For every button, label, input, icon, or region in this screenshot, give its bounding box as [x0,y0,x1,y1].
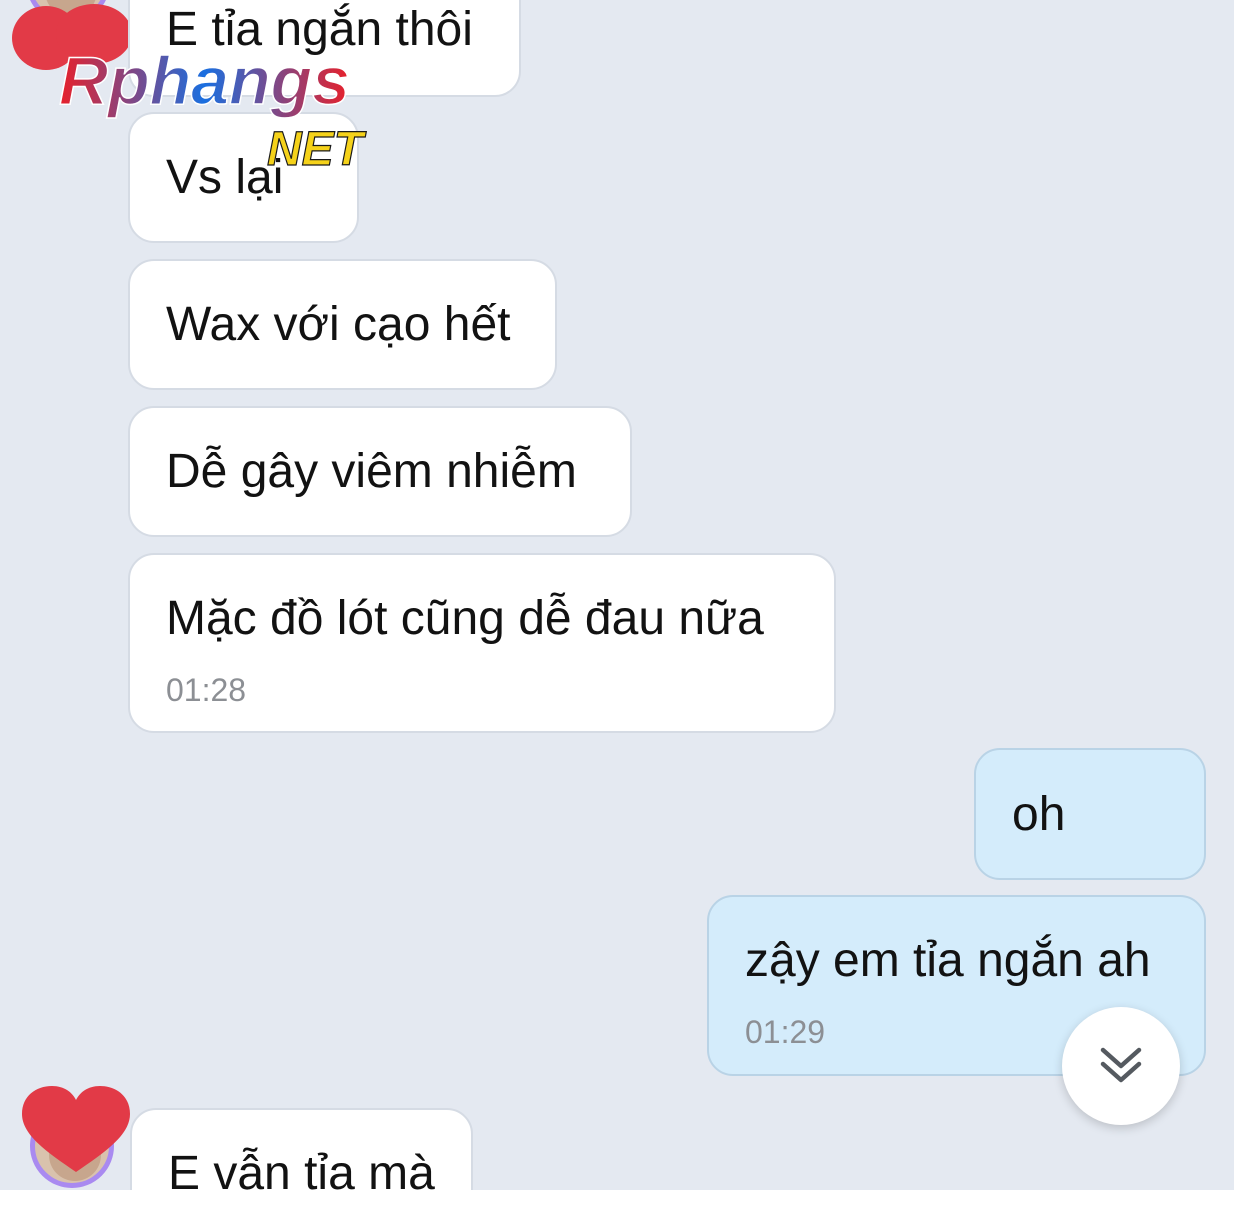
watermark-logo: Rphangs NET [58,42,367,176]
message-timestamp: 01:29 [745,1014,826,1050]
bottom-strip [0,1190,1234,1218]
message-timestamp: 01:28 [166,672,247,708]
privacy-heart-icon [22,1086,130,1172]
message-text: zậy em tỉa ngắn ah [745,934,1151,987]
message-text: Mặc đồ lót cũng dễ đau nữa [166,592,764,645]
scroll-to-bottom-button[interactable] [1062,1007,1180,1125]
message-text: Wax với cạo hết [166,298,511,351]
message-bubble-incoming[interactable]: Wax với cạo hết [128,259,557,390]
message-text: oh [1012,788,1066,841]
message-text: Dễ gây viêm nhiễm [166,445,577,498]
message-bubble-incoming[interactable]: Mặc đồ lót cũng dễ đau nữa 01:28 [128,553,836,733]
message-bubble-incoming[interactable]: Dễ gây viêm nhiễm [128,406,632,537]
double-chevron-down-icon [1100,1047,1142,1083]
message-text: E vẫn tỉa mà [168,1147,435,1190]
message-bubble-incoming[interactable]: E vẫn tỉa mà [130,1108,473,1190]
watermark-suffix-text: NET [267,123,367,176]
chat-message-area[interactable]: E tỉa ngắn thôi Vs lại Wax với cạo hết D… [0,0,1234,1190]
watermark-brand-text: Rphangs [59,43,350,119]
message-bubble-outgoing[interactable]: oh [974,748,1206,880]
